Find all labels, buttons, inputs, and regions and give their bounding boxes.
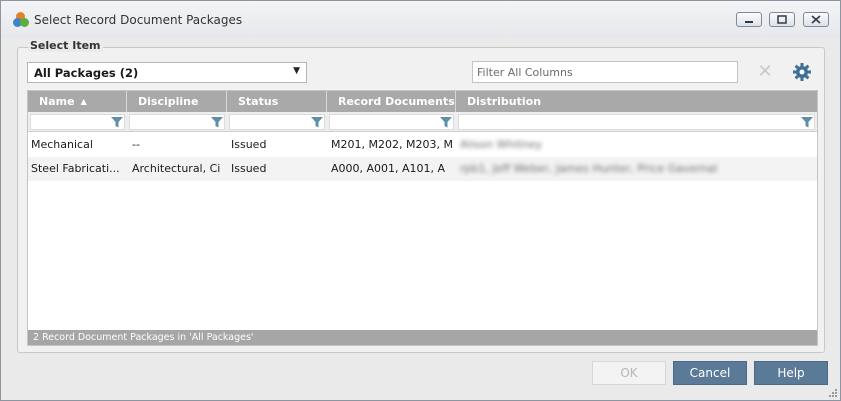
cell-name: Steel Fabricati... [31,162,120,175]
cell-discipline: Architectural, Ci [132,162,221,175]
filter-funnel-icon[interactable] [311,116,323,128]
distribution-filter-input[interactable] [458,114,815,130]
ok-button[interactable]: OK [592,361,666,385]
minimize-button[interactable] [736,12,762,27]
grid-header: Name ▲ Discipline Status Record Documents… [28,91,817,112]
table-row[interactable]: Steel Fabricati... Architectural, Ci Iss… [28,157,817,181]
maximize-icon [777,15,787,24]
table-row[interactable]: Mechanical -- Issued M201, M202, M203, M… [28,133,817,157]
record-documents-filter-input[interactable] [329,114,454,130]
resize-grip-icon[interactable] [828,388,838,398]
cancel-button[interactable]: Cancel [673,361,747,385]
cell-distribution: Alison Whitney [460,138,543,151]
filter-funnel-icon[interactable] [111,116,123,128]
column-header-distribution[interactable]: Distribution [456,91,817,112]
chevron-down-icon: ▼ [293,66,300,76]
column-header-name[interactable]: Name ▲ [28,91,127,112]
window-title: Select Record Document Packages [34,13,243,27]
filter-funnel-icon[interactable] [211,116,223,128]
clear-filter-icon[interactable]: ✕ [756,62,774,82]
filter-funnel-icon[interactable] [440,116,452,128]
column-header-record-documents[interactable]: Record Documents [327,91,456,112]
column-header-status[interactable]: Status [227,91,327,112]
cell-name: Mechanical [31,138,93,151]
filter-funnel-icon[interactable] [801,116,813,128]
help-button[interactable]: Help [754,361,828,385]
close-button[interactable] [803,12,829,27]
filter-all-columns-input[interactable] [472,61,738,83]
maximize-button[interactable] [769,12,795,27]
title-bar[interactable]: Select Record Document Packages [1,1,840,37]
column-header-discipline[interactable]: Discipline [127,91,227,112]
close-icon [811,15,821,24]
app-logo-icon [13,12,29,28]
dialog-window: Select Record Document Packages Select I… [0,0,841,401]
grid-status-bar: 2 Record Document Packages in 'All Packa… [28,330,817,345]
packages-grid: Name ▲ Discipline Status Record Documents… [27,90,818,346]
cell-discipline: -- [132,138,140,151]
package-select[interactable]: All Packages (2) ▼ [27,62,307,83]
cell-distribution: rpb1, Jeff Weber, James Hunter, Price Ga… [460,162,718,175]
package-select-value: All Packages (2) [34,66,139,80]
cell-record-documents: A000, A001, A101, A [331,162,446,175]
cell-status: Issued [231,138,267,151]
minimize-icon [745,20,753,23]
group-label: Select Item [28,39,103,52]
gear-icon[interactable] [792,62,812,82]
cell-record-documents: M201, M202, M203, M [331,138,453,151]
cell-status: Issued [231,162,267,175]
column-filter-row [28,112,817,132]
sort-ascending-icon: ▲ [80,97,87,106]
